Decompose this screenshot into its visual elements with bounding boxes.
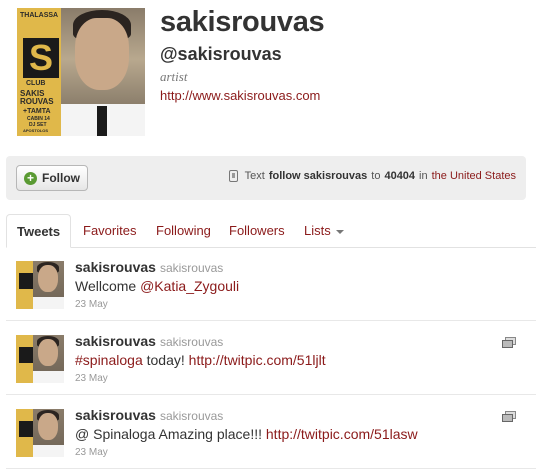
tweet-author-name: sakisrouvas (75, 333, 156, 349)
profile-url-link[interactable]: http://www.sakisrouvas.com (160, 88, 320, 103)
phone-icon (228, 170, 238, 182)
sms-country-link[interactable]: the United States (432, 170, 516, 182)
sms-to: to (371, 170, 381, 182)
sms-prefix: Text (244, 170, 265, 182)
avatar-shirt (33, 371, 64, 383)
media-icon-front (502, 340, 513, 348)
portrait-face (75, 18, 129, 90)
poster-logo: S (23, 38, 59, 78)
sms-command: follow sakisrouvas (268, 170, 368, 182)
tweet-item: sakisrouvas sakisrouvas #spinaloga today!… (6, 321, 536, 395)
avatar-poster-logo (19, 273, 33, 289)
sms-in: in (419, 170, 428, 182)
avatar-poster-logo (19, 347, 33, 363)
profile-avatar[interactable]: THALASSA S CLUB SAKIS ROUVAS +TAMTA CABI… (17, 8, 145, 136)
profile-bio: artist (160, 69, 188, 84)
avatar-poster-logo (19, 421, 33, 437)
tweet-avatar[interactable] (16, 409, 64, 457)
media-icon[interactable] (502, 411, 516, 422)
poster-club-text: CLUB (26, 80, 46, 87)
follow-action-bar: + Follow Text follow sakisrouvas to 4040… (6, 156, 526, 200)
profile-tabs: Tweets Favorites Following Followers Lis… (6, 214, 536, 248)
tab-following[interactable]: Following (156, 214, 211, 247)
tab-lists[interactable]: Lists (304, 214, 344, 247)
tweet-text-plain: @ Spinaloga Amazing place!!! (75, 426, 266, 442)
tab-favorites[interactable]: Favorites (83, 214, 136, 247)
poster-top-text: THALASSA (20, 12, 59, 19)
tweet-text: Wellcome @Katia_Zygouli (75, 278, 239, 294)
sms-follow-info: Text follow sakisrouvas to 40404 in the … (228, 170, 516, 182)
tweet-timestamp[interactable]: 23 May (75, 447, 108, 458)
tweet-timestamp[interactable]: 23 May (75, 299, 108, 310)
tweet-text-plain: Wellcome (75, 278, 141, 294)
plus-icon: + (24, 171, 37, 185)
media-icon-front (502, 414, 513, 422)
sms-number: 40404 (384, 170, 416, 182)
avatar-face (38, 265, 58, 292)
tweet-avatar[interactable] (16, 261, 64, 309)
portrait-tie (97, 106, 107, 136)
tweet-author[interactable]: sakisrouvas sakisrouvas (75, 259, 223, 275)
tab-lists-label: Lists (304, 223, 331, 238)
tweet-author-handle: sakisrouvas (159, 261, 224, 275)
profile-header: THALASSA S CLUB SAKIS ROUVAS +TAMTA CABI… (0, 0, 536, 150)
profile-name: sakisrouvas (160, 6, 325, 38)
poster-dj2-text: APOSTOLOS (23, 128, 49, 133)
caret-down-icon (335, 229, 344, 234)
tweet-author-handle: sakisrouvas (159, 409, 224, 423)
tweet-url-link[interactable]: http://twitpic.com/51lasw (266, 426, 418, 442)
tweet-text: #spinaloga today! http://twitpic.com/51l… (75, 352, 326, 368)
tweet-text-plain: today! (142, 352, 189, 368)
tweet-author[interactable]: sakisrouvas sakisrouvas (75, 333, 223, 349)
poster-guest-text: +TAMTA (23, 108, 51, 115)
avatar-face (38, 339, 58, 366)
tweet-hashtag-link[interactable]: #spinaloga (75, 352, 143, 368)
tweet-author[interactable]: sakisrouvas sakisrouvas (75, 407, 223, 423)
tab-followers[interactable]: Followers (229, 214, 285, 247)
tweet-timestamp[interactable]: 23 May (75, 373, 108, 384)
tweet-item: sakisrouvas sakisrouvas Wellcome @Katia_Z… (6, 247, 536, 321)
avatar-shirt (33, 297, 64, 309)
tab-tweets[interactable]: Tweets (6, 214, 72, 248)
tweet-item: sakisrouvas sakisrouvas @ Spinaloga Amazi… (6, 395, 536, 469)
avatar-face (38, 413, 58, 440)
tweet-mention-link[interactable]: @Katia_Zygouli (140, 278, 239, 294)
tweet-url-link[interactable]: http://twitpic.com/51ljlt (189, 352, 326, 368)
tweet-avatar[interactable] (16, 335, 64, 383)
follow-button[interactable]: + Follow (16, 165, 88, 191)
poster-artist-text: SAKIS ROUVAS (20, 89, 54, 106)
tweet-author-name: sakisrouvas (75, 407, 156, 423)
follow-button-label: Follow (42, 171, 80, 185)
avatar-shirt (33, 445, 64, 457)
tweet-author-name: sakisrouvas (75, 259, 156, 275)
profile-handle: @sakisrouvas (160, 44, 282, 64)
tweet-text: @ Spinaloga Amazing place!!! http://twit… (75, 426, 418, 442)
tweet-author-handle: sakisrouvas (159, 335, 224, 349)
media-icon[interactable] (502, 337, 516, 348)
